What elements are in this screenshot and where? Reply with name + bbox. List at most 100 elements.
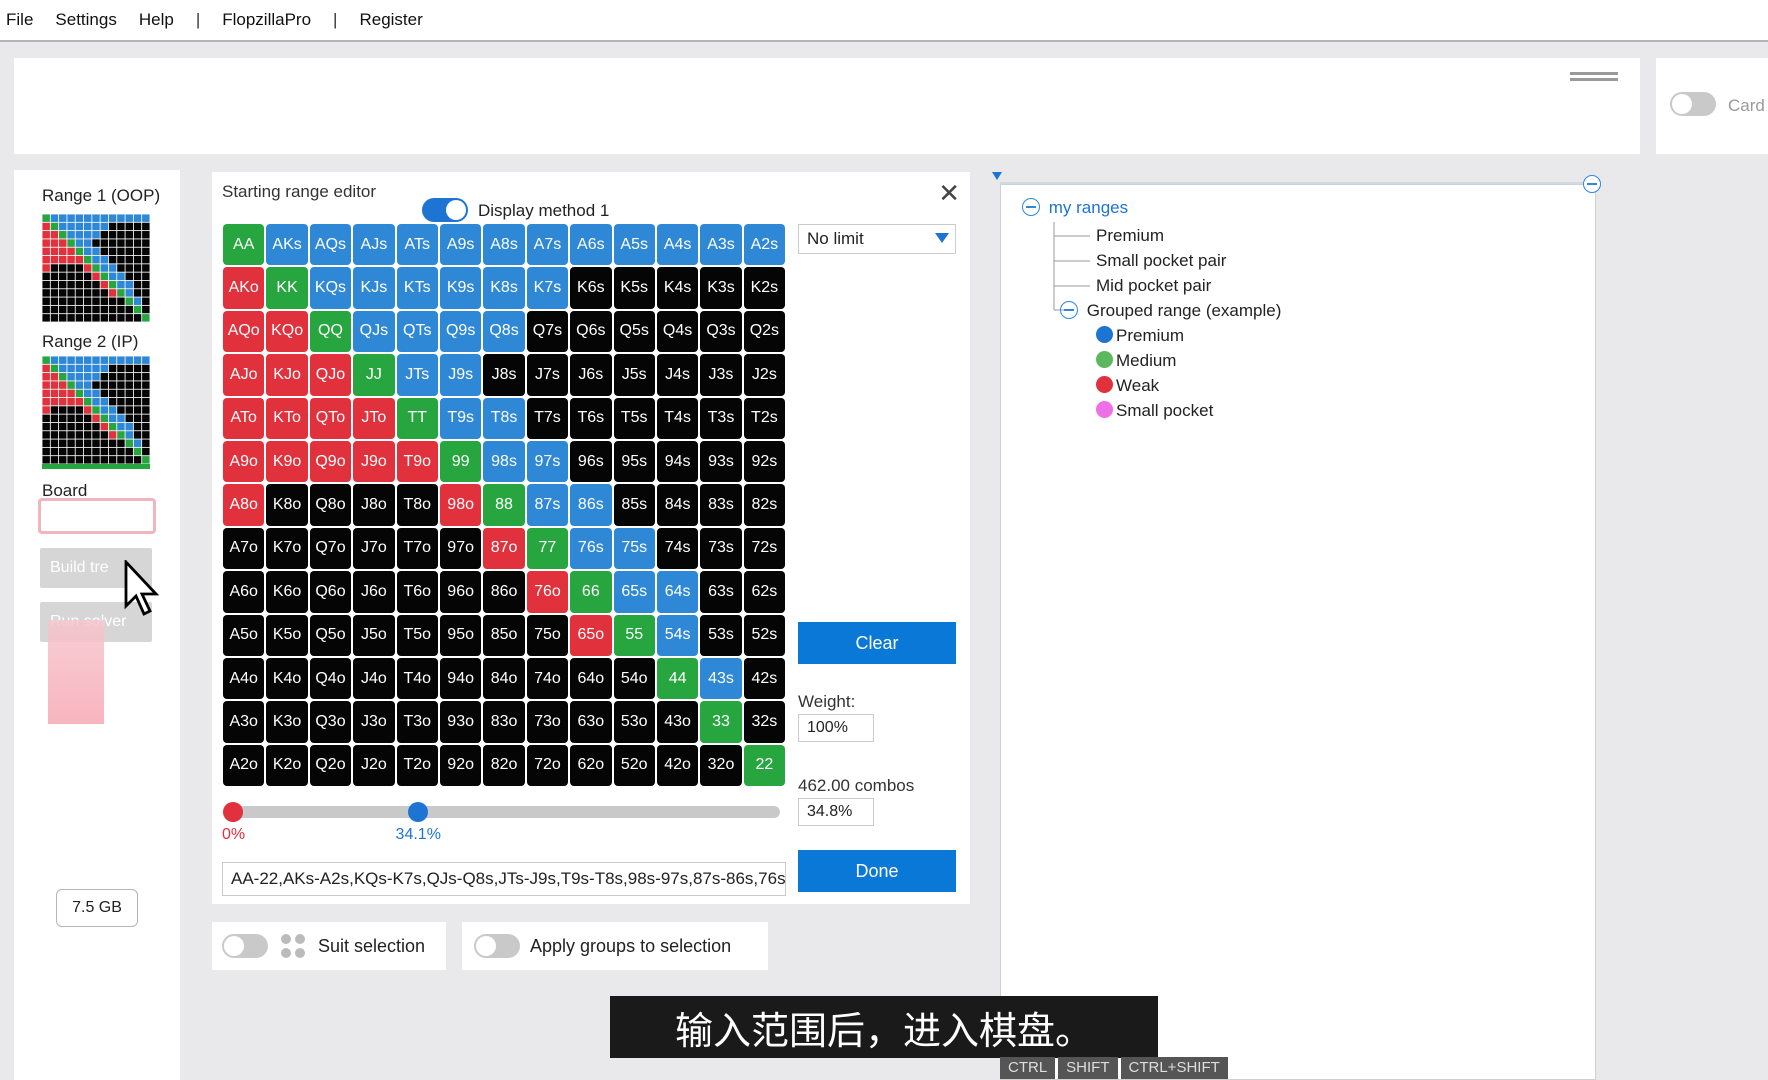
suit-selection-toggle[interactable] [222, 934, 268, 958]
hand-cell[interactable]: Q4s [656, 310, 699, 353]
hand-cell[interactable]: T9o [396, 440, 438, 483]
menu-register[interactable]: Register [359, 10, 422, 30]
hand-cell[interactable]: ATo [223, 397, 265, 439]
slider-min-handle[interactable] [223, 802, 243, 822]
hand-cell[interactable]: J5s [613, 354, 655, 396]
hand-cell[interactable]: 85s [613, 484, 655, 526]
hand-cell[interactable]: K6o [266, 571, 308, 613]
hand-cell[interactable]: 33 [700, 701, 742, 743]
hand-cell[interactable]: K6s [570, 267, 612, 309]
hand-cell[interactable]: 72s [743, 527, 786, 570]
hand-cell[interactable]: 96s [570, 440, 612, 483]
hand-cell[interactable]: K3s [700, 267, 742, 309]
hand-cell[interactable]: 84s [656, 484, 699, 526]
hand-cell[interactable]: 42s [743, 657, 786, 700]
hand-cell[interactable]: T9s [439, 397, 482, 439]
limit-select[interactable]: No limit [798, 224, 956, 254]
hand-cell[interactable]: 55 [613, 614, 655, 656]
hand-cell[interactable]: ATs [396, 224, 438, 266]
hand-cell[interactable]: K3o [266, 701, 308, 743]
hand-cell[interactable]: 87s [526, 484, 569, 526]
hand-cell[interactable]: 82o [483, 744, 525, 787]
hand-cell[interactable]: 52o [613, 744, 655, 787]
hand-cell[interactable]: T4s [656, 397, 699, 439]
hand-cell[interactable]: 44 [656, 657, 699, 700]
hand-cell[interactable]: K5s [613, 267, 655, 309]
hand-cell[interactable]: AA [223, 224, 265, 266]
hand-cell[interactable]: 54s [656, 614, 699, 656]
hand-cell[interactable]: T2s [743, 397, 786, 439]
hand-cell[interactable]: T2o [396, 744, 438, 787]
hand-cell[interactable]: T8o [396, 484, 438, 526]
hand-cell[interactable]: J7o [353, 527, 395, 570]
hand-cell[interactable]: J6o [353, 571, 395, 613]
hand-cell[interactable]: K8o [266, 484, 308, 526]
hand-cell[interactable]: KTs [396, 267, 438, 309]
hand-cell[interactable]: 88 [483, 484, 525, 526]
hand-cell[interactable]: Q6o [309, 571, 352, 613]
hand-cell[interactable]: 98o [439, 484, 482, 526]
hand-cell[interactable]: K9s [439, 267, 482, 309]
hand-cell[interactable]: 64o [570, 657, 612, 700]
hand-cell[interactable]: 74s [656, 527, 699, 570]
hand-cell[interactable]: K7s [526, 267, 569, 309]
hand-cell[interactable]: 52s [743, 614, 786, 656]
hand-cell[interactable]: A3o [223, 701, 265, 743]
hand-cell[interactable]: J8o [353, 484, 395, 526]
hand-cell[interactable]: Q6s [570, 310, 612, 353]
hand-cell[interactable]: 66 [570, 571, 612, 613]
hand-cell[interactable]: Q8s [483, 310, 525, 353]
hand-cell[interactable]: 22 [743, 744, 786, 787]
hand-cell[interactable]: 62o [570, 744, 612, 787]
hand-cell[interactable]: 63s [700, 571, 742, 613]
hand-cell[interactable]: 97s [526, 440, 569, 483]
hand-cell[interactable]: T5s [613, 397, 655, 439]
hand-cell[interactable]: T3s [700, 397, 742, 439]
hand-cell[interactable]: J9s [439, 354, 482, 396]
collapse-icon[interactable] [1060, 301, 1078, 319]
range-slider-track[interactable] [230, 806, 780, 818]
hand-cell[interactable]: Q5s [613, 310, 655, 353]
hand-cell[interactable]: T4o [396, 657, 438, 700]
hand-cell[interactable]: T6s [570, 397, 612, 439]
hand-cell[interactable]: 73s [700, 527, 742, 570]
tree-item-mid-pocket-pair[interactable]: Mid pocket pair [1096, 276, 1211, 296]
hand-cell[interactable]: 84o [483, 657, 525, 700]
hand-cell[interactable]: AJo [223, 354, 265, 396]
hand-cell[interactable]: J2s [743, 354, 786, 396]
hand-cell[interactable]: KJs [353, 267, 395, 309]
hand-cell[interactable]: 97o [439, 527, 482, 570]
hand-cell[interactable]: 87o [483, 527, 525, 570]
hand-cell[interactable]: K2s [743, 267, 786, 309]
hand-cell[interactable]: J4s [656, 354, 699, 396]
display-method-toggle[interactable] [422, 198, 468, 222]
hand-cell[interactable]: A7o [223, 527, 265, 570]
hand-cell[interactable]: AKs [266, 224, 308, 266]
hand-cell[interactable]: A9s [439, 224, 482, 266]
hand-cell[interactable]: 62s [743, 571, 786, 613]
hand-cell[interactable]: 63o [570, 701, 612, 743]
hand-cell[interactable]: A6o [223, 571, 265, 613]
slider-value-handle[interactable] [407, 802, 428, 822]
hand-cell[interactable]: KK [266, 267, 308, 309]
menu-file[interactable]: File [6, 10, 33, 30]
hand-cell[interactable]: 74o [526, 657, 569, 700]
clear-button[interactable]: Clear [798, 622, 956, 664]
collapse-panel-icon[interactable] [1583, 175, 1601, 193]
hand-cell[interactable]: J7s [526, 354, 569, 396]
range2-thumbnail[interactable] [42, 356, 150, 464]
hand-cell[interactable]: K2o [266, 744, 308, 787]
menu-help[interactable]: Help [139, 10, 174, 30]
hand-cell[interactable]: 94o [439, 657, 482, 700]
hand-cell[interactable]: A5o [223, 614, 265, 656]
hand-cell[interactable]: 64s [656, 571, 699, 613]
weight-input[interactable]: 100% [798, 714, 874, 742]
range1-thumbnail[interactable] [42, 214, 150, 322]
hand-cell[interactable]: J9o [353, 440, 395, 483]
hand-cell[interactable]: AKo [223, 267, 265, 309]
hand-cell[interactable]: JTo [353, 397, 395, 439]
hand-cell[interactable]: 94s [656, 440, 699, 483]
hand-cell[interactable]: J5o [353, 614, 395, 656]
hand-cell[interactable]: K9o [266, 440, 308, 483]
hand-cell[interactable]: 83o [483, 701, 525, 743]
